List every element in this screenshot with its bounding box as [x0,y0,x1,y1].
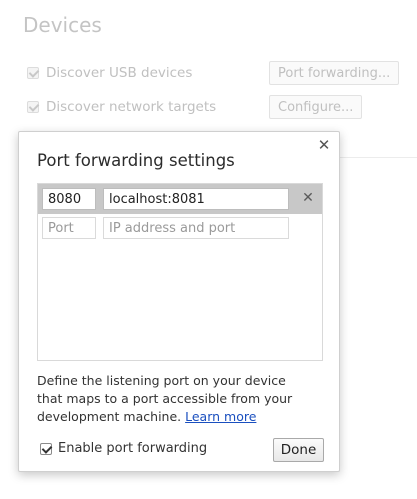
enable-checkbox[interactable] [40,442,52,455]
discover-usb-label: Discover USB devices [46,65,193,81]
close-icon[interactable]: ✕ [317,138,331,153]
devices-page: Devices Discover USB devices Port forwar… [0,0,417,499]
dialog-title: Port forwarding settings [37,151,235,170]
port-forwarding-dialog: ✕ Port forwarding settings 8080 localhos… [18,131,340,472]
enable-port-forwarding[interactable]: Enable port forwarding [40,441,207,456]
done-button[interactable]: Done [273,438,324,462]
discover-usb-checkbox [27,67,39,79]
port-rules-list: 8080 localhost:8081 ✕ Port IP address an… [37,183,323,361]
divider [340,157,417,158]
discover-usb-option: Discover USB devices [27,62,192,84]
configure-button: Configure... [269,95,363,119]
discover-network-label: Discover network targets [46,99,217,115]
new-address-input[interactable]: IP address and port [103,217,289,239]
new-port-input[interactable]: Port [42,217,96,239]
page-title: Devices [23,13,102,37]
enable-label: Enable port forwarding [58,441,208,456]
port-rule-row[interactable]: 8080 localhost:8081 ✕ [38,184,322,214]
port-input[interactable]: 8080 [42,188,96,210]
delete-rule-icon[interactable]: ✕ [301,191,315,205]
port-forwarding-button: Port forwarding... [269,61,400,85]
new-rule-row: Port IP address and port [38,215,322,241]
dialog-description: Define the listening port on your device… [37,372,312,426]
discover-network-option: Discover network targets [27,96,216,118]
address-input[interactable]: localhost:8081 [103,188,289,210]
learn-more-link[interactable]: Learn more [185,409,256,424]
discover-network-checkbox [27,101,39,113]
